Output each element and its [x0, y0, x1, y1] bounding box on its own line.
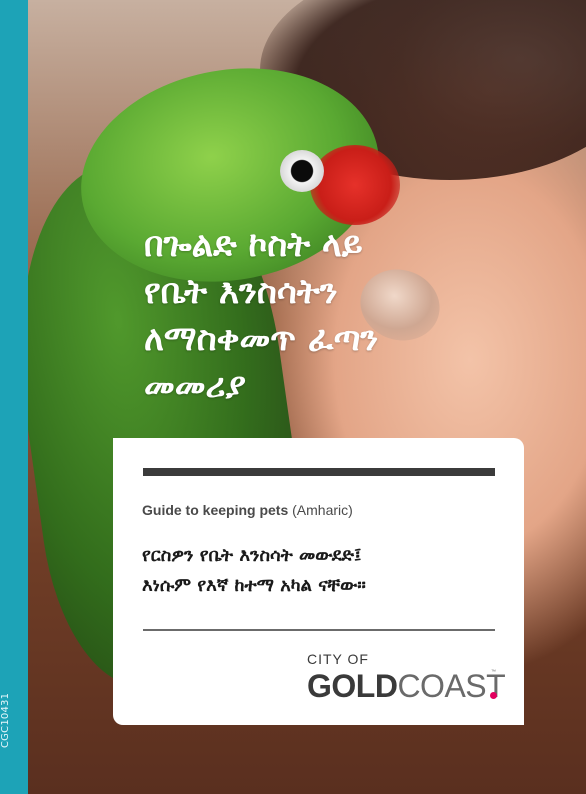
- logo-dot-icon: [490, 692, 497, 699]
- amharic-line-2: እነሱም የእኛ ከተማ አካል ናቸው።: [142, 575, 366, 596]
- logo-coast: COAST: [397, 668, 506, 704]
- logo-goldcoast: GOLDCOAST: [307, 668, 506, 705]
- headline-line-3: ለማስቀመጥ ፈጣን: [144, 319, 379, 359]
- side-code: CGC10431: [0, 693, 11, 748]
- parrot-red-patch: [310, 145, 400, 225]
- headline-line-1: በጐልድ ኮስት ላይ: [144, 225, 363, 265]
- headline-line-2: የቤት እንስሳትን: [144, 272, 338, 312]
- card-divider: [143, 629, 495, 631]
- logo-city-of: CITY OF: [307, 651, 369, 667]
- teal-side-strip: [0, 0, 28, 794]
- logo-trademark: ™: [491, 669, 496, 675]
- subtitle-bold: Guide to keeping pets: [142, 502, 289, 518]
- card-subtitle: Guide to keeping pets (Amharic): [142, 502, 353, 518]
- card-amharic-text: የርስዎን የቤት እንስሳት መውደድ፤ እነሱም የእኛ ከተማ አካል ና…: [142, 541, 512, 601]
- info-card: Guide to keeping pets (Amharic) የርስዎን የቤ…: [113, 438, 524, 725]
- amharic-line-1: የርስዎን የቤት እንስሳት መውደድ፤: [142, 545, 362, 566]
- city-of-gold-coast-logo: CITY OF GOLDCOAST ™: [307, 651, 506, 711]
- card-top-bar: [143, 468, 495, 476]
- headline: በጐልድ ኮስት ላይ የቤት እንስሳትን ለማስቀመጥ ፈጣን መመሪያ: [144, 222, 554, 410]
- logo-gold: GOLD: [307, 668, 398, 704]
- brochure-cover: CGC10431 በጐልድ ኮስት ላይ የቤት እንስሳትን ለማስቀመጥ ፈ…: [0, 0, 586, 794]
- headline-line-4: መመሪያ: [144, 366, 246, 406]
- parrot-eye: [280, 150, 324, 192]
- subtitle-paren: (Amharic): [292, 502, 353, 518]
